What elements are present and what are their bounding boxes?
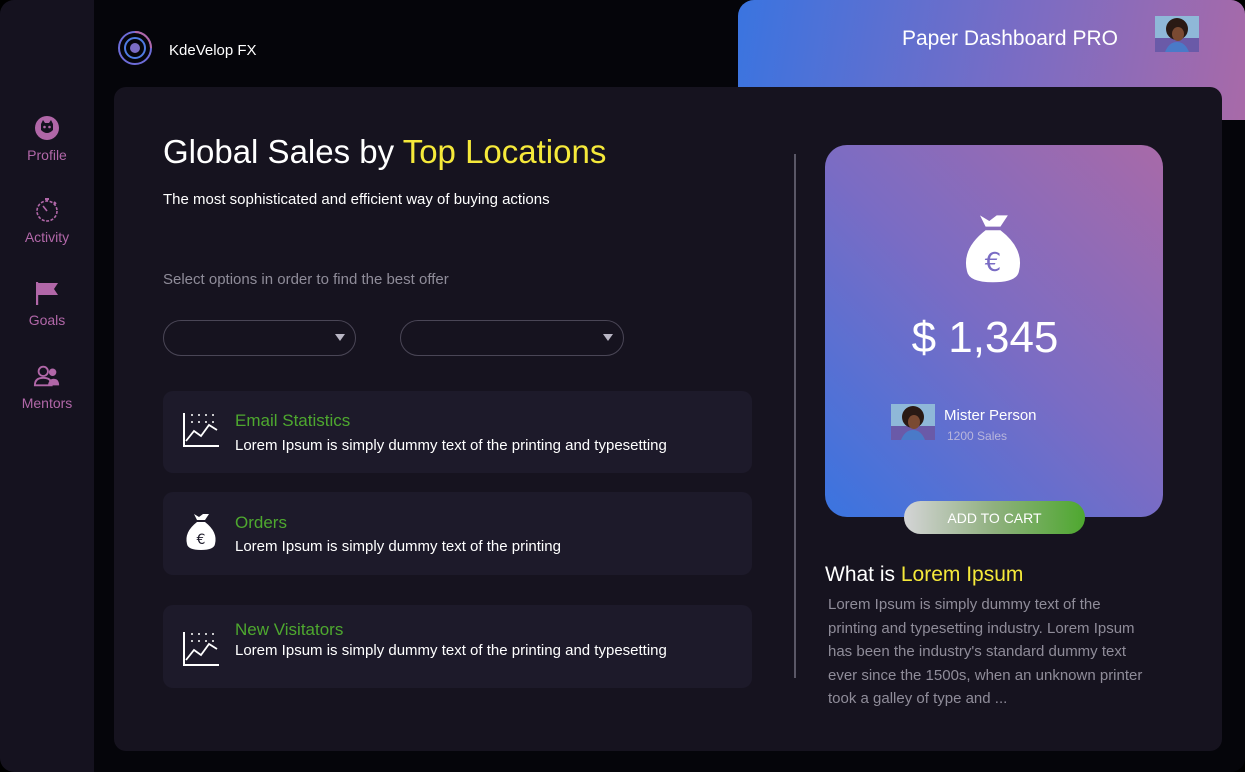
brand-logo-icon (117, 30, 153, 71)
sidebar-item-label: Profile (27, 147, 67, 163)
stopwatch-icon (33, 196, 61, 224)
money-bag-icon: € (182, 510, 220, 550)
sidebar-item-label: Goals (28, 312, 66, 328)
options-hint: Select options in order to find the best… (163, 271, 449, 288)
page-subtitle: The most sophisticated and efficient way… (163, 191, 550, 208)
brand-name: KdeVelop FX (169, 42, 257, 59)
feature-card-email-statistics[interactable]: Email Statistics Lorem Ipsum is simply d… (163, 391, 752, 473)
chart-icon (182, 411, 220, 449)
feature-description: Lorem Ipsum is simply dummy text of the … (235, 642, 667, 659)
feature-title: Email Statistics (235, 411, 351, 430)
add-to-cart-button[interactable]: ADD TO CART (904, 501, 1085, 534)
sidebar-item-label: Activity (24, 229, 70, 245)
brand[interactable]: KdeVelop FX (117, 30, 257, 71)
feature-card-new-visitators[interactable]: New Visitators Lorem Ipsum is simply dum… (163, 605, 752, 688)
money-bag-icon: € (957, 208, 1029, 291)
profile-icon (33, 114, 61, 142)
about-title-prefix: What is (825, 563, 901, 586)
page-title-accent: Top Locations (402, 133, 607, 170)
caret-down-icon (603, 334, 613, 341)
feature-description: Lorem Ipsum is simply dummy text of the … (235, 538, 561, 555)
sidebar: Profile Activity Goals Mentors (0, 0, 94, 772)
caret-down-icon (335, 334, 345, 341)
header-title: Paper Dashboard PRO (902, 27, 1118, 50)
feature-title: New Visitators (235, 620, 344, 639)
users-icon (33, 362, 61, 390)
app-window: Profile Activity Goals Mentors KdeVelop … (0, 0, 1245, 772)
about-text: Lorem Ipsum is simply dummy text of the … (828, 596, 1143, 708)
about-title: What is Lorem Ipsum (825, 563, 1023, 587)
feature-card-orders[interactable]: € Orders Lorem Ipsum is simply dummy tex… (163, 492, 752, 575)
page-title-prefix: Global Sales by (163, 133, 403, 170)
person-avatar (891, 404, 935, 440)
sidebar-item-label: Mentors (21, 395, 73, 411)
chart-icon (182, 630, 220, 668)
sidebar-item-goals[interactable]: Goals (0, 279, 94, 328)
user-avatar[interactable] (1155, 16, 1199, 52)
option-select-2[interactable] (400, 320, 624, 356)
about-title-accent: Lorem Ipsum (900, 563, 1024, 586)
flag-icon (33, 279, 61, 307)
sidebar-item-profile[interactable]: Profile (0, 114, 94, 163)
svg-text:€: € (197, 532, 206, 548)
svg-text:€: € (985, 248, 1002, 278)
sidebar-item-mentors[interactable]: Mentors (0, 362, 94, 411)
person-name: Mister Person (944, 407, 1037, 424)
sidebar-item-activity[interactable]: Activity (0, 196, 94, 245)
price-value: $ 1,345 (911, 313, 1059, 362)
feature-description: Lorem Ipsum is simply dummy text of the … (235, 437, 667, 454)
person-sales: 1200 Sales (947, 429, 1008, 443)
option-select-1[interactable] (163, 320, 356, 356)
divider (794, 154, 796, 678)
feature-title: Orders (235, 513, 287, 532)
page-title: Global Sales by Top Locations (163, 133, 606, 171)
